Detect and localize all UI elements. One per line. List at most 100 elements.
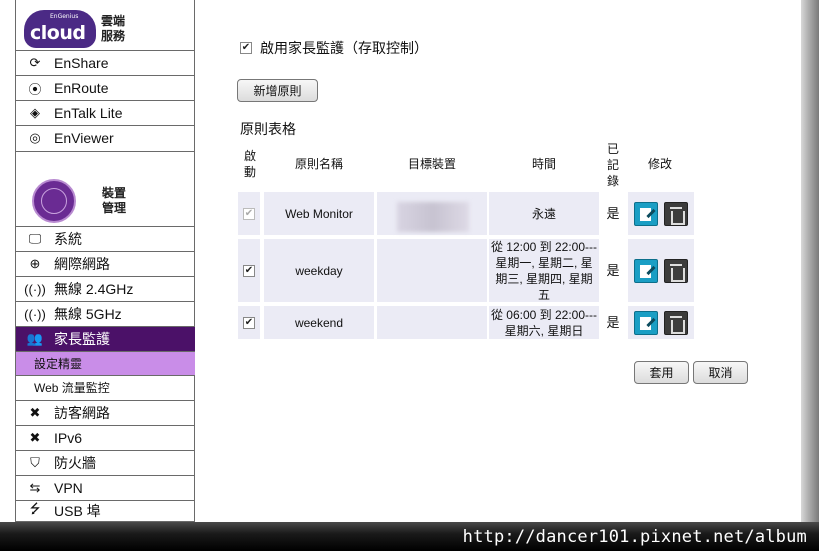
header-enabled: 啟動 (243, 149, 256, 179)
sidebar-subitem-label: 設定精靈 (34, 357, 83, 371)
sidebar-item-entalk-lite[interactable]: ◈ EnTalk Lite (16, 100, 195, 125)
sync-icon: ⟳ (29, 55, 41, 70)
page-frame: EnGenius cloud 雲端 服務 ⟳ EnShare ⦿ EnRoute… (0, 0, 819, 551)
wireless-icon: ((·)) (24, 281, 46, 297)
add-rule-button[interactable]: 新增原則 (237, 79, 318, 102)
rule-name: weekend (264, 306, 374, 339)
rule-time: 從 12:00 到 22:00--- 星期一, 星期二, 星 期三, 星期四, … (489, 239, 599, 302)
sidebar: EnGenius cloud 雲端 服務 ⟳ EnShare ⦿ EnRoute… (15, 0, 195, 522)
edit-icon[interactable] (634, 258, 658, 283)
header-edit: 修改 (647, 157, 672, 171)
edit-icon[interactable] (634, 201, 658, 226)
sidebar-item-system[interactable]: 🖵 系統 (16, 226, 195, 251)
sidebar-item-internet[interactable]: ⊕ 網際網路 (16, 251, 195, 276)
rule-enabled-checkbox: ✔ (243, 207, 255, 220)
sidebar-item-enroute[interactable]: ⦿ EnRoute (16, 75, 195, 100)
sidebar-item-label: 防火牆 (54, 455, 96, 471)
shield-icon: ⛉ (30, 455, 40, 470)
rule-time: 從 06:00 到 22:00--- 星期六, 星期日 (489, 306, 599, 339)
monitor-icon: 🖵 (28, 231, 42, 246)
device-management-caption: 裝置 管理 (102, 186, 126, 216)
rule-name: weekday (264, 239, 374, 302)
cloud-logo: EnGenius cloud (24, 10, 96, 48)
device-management-header: 裝置 管理 (16, 151, 195, 226)
apply-button[interactable]: 套用 (634, 361, 689, 384)
rule-time: 永遠 (489, 192, 599, 235)
rule-actions (628, 192, 694, 235)
camera-lens-icon: ◎ (29, 130, 41, 145)
cloud-services-caption: 雲端 服務 (101, 14, 125, 44)
caption-line: 服務 (101, 29, 126, 43)
sidebar-item-enviewer[interactable]: ◎ EnViewer (16, 125, 195, 150)
caption-line: 裝置 (102, 186, 127, 200)
main-content: ✔ 啟用家長監護（存取控制） 新增原則 原則表格 啟動 原則名稱 目標裝置 時間… (196, 0, 800, 522)
sidebar-item-label: EnRoute (54, 80, 109, 96)
logo-maker: EnGenius (50, 13, 79, 20)
sidebar-subitem-web-traffic[interactable]: Web 流量監控 (16, 375, 195, 399)
sidebar-item-guest-network[interactable]: ✖ 訪客網路 (16, 400, 195, 425)
sidebar-item-enshare[interactable]: ⟳ EnShare (16, 50, 195, 75)
sidebar-item-label: EnShare (54, 55, 109, 71)
rule-logged: 是 (601, 192, 625, 235)
enable-parental-control[interactable]: ✔ 啟用家長監護（存取控制） (240, 38, 428, 58)
sidebar-item-label: EnViewer (54, 130, 114, 146)
sidebar-item-label: VPN (54, 480, 83, 496)
sidebar-item-label: 無線 2.4GHz (54, 281, 134, 297)
rule-target (377, 306, 487, 339)
cancel-button[interactable]: 取消 (693, 361, 748, 384)
header-logged: 已記錄 (606, 142, 619, 188)
enable-checkbox[interactable]: ✔ (240, 42, 252, 54)
device-logo-icon (32, 179, 76, 223)
sidebar-item-label: EnTalk Lite (54, 105, 123, 121)
table-row-enabled: ✔ (238, 192, 260, 235)
sidebar-item-ipv6[interactable]: ✖ IPv6 (16, 425, 195, 450)
trash-icon[interactable] (664, 258, 688, 283)
arrows-icon: ⇆ (29, 480, 41, 495)
sidebar-item-wireless-5[interactable]: ((·)) 無線 5GHz (16, 301, 195, 326)
rule-logged: 是 (601, 239, 625, 302)
enable-label: 啟用家長監護（存取控制） (260, 40, 428, 56)
tools-icon: ✖ (29, 430, 41, 445)
rule-logged: 是 (601, 306, 625, 339)
rule-target (377, 239, 487, 302)
rule-actions (628, 306, 694, 339)
caption-line: 管理 (102, 201, 127, 215)
sidebar-item-label: 家長監護 (54, 331, 110, 347)
rule-enabled-checkbox[interactable]: ✔ (243, 264, 255, 277)
rule-name: Web Monitor (264, 192, 374, 235)
sidebar-item-label: 無線 5GHz (54, 306, 122, 322)
sidebar-item-wireless-24[interactable]: ((·)) 無線 2.4GHz (16, 276, 195, 301)
table-row-enabled: ✔ (238, 239, 260, 302)
edit-icon[interactable] (634, 310, 658, 335)
trash-icon[interactable] (664, 201, 688, 226)
rule-actions (628, 239, 694, 302)
trash-icon[interactable] (664, 310, 688, 335)
sidebar-item-label: 訪客網路 (54, 405, 110, 421)
header-time: 時間 (531, 157, 556, 171)
watermark-text: http://dancer101.pixnet.net/album (462, 527, 807, 547)
table-row-enabled: ✔ (238, 306, 260, 339)
usb-icon: ⭍ (29, 501, 41, 516)
logo-brand: cloud (30, 22, 86, 44)
tools-icon: ✖ (29, 405, 41, 420)
sidebar-item-firewall[interactable]: ⛉ 防火牆 (16, 450, 195, 475)
location-pin-icon: ⦿ (28, 81, 42, 97)
sidebar-item-label: USB 埠 (54, 503, 101, 519)
sidebar-item-usb[interactable]: ⭍ USB 埠 (16, 500, 195, 522)
table-title: 原則表格 (240, 121, 296, 137)
header-target-device: 目標裝置 (407, 157, 456, 171)
sidebar-subitem-wizard[interactable]: 設定精靈 (16, 351, 195, 375)
sidebar-item-label: 系統 (54, 231, 82, 247)
sidebar-item-label: 網際網路 (54, 256, 110, 272)
caption-line: 雲端 (101, 14, 126, 28)
wireless-icon: ((·)) (24, 306, 46, 322)
sidebar-subitem-label: Web 流量監控 (34, 381, 110, 395)
compass-icon: ◈ (30, 105, 40, 120)
sidebar-item-vpn[interactable]: ⇆ VPN (16, 475, 195, 500)
rule-enabled-checkbox[interactable]: ✔ (243, 316, 255, 329)
sidebar-item-parental-control[interactable]: 👥 家長監護 (16, 326, 195, 351)
page-shadow (801, 0, 819, 551)
users-icon: 👥 (26, 331, 44, 346)
header-rule-name: 原則名稱 (294, 157, 343, 171)
globe-icon: ⊕ (29, 256, 41, 271)
